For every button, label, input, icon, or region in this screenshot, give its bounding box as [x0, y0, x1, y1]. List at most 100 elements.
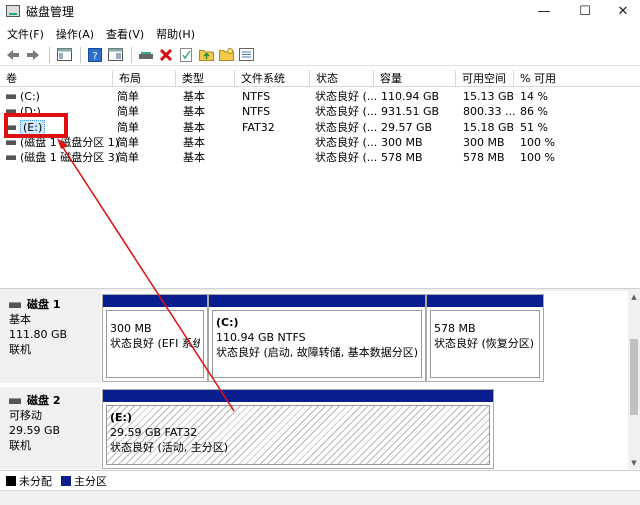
help-icon[interactable]: ?	[86, 46, 104, 64]
table-row[interactable]: (磁盘 1 磁盘分区 1) 简单 基本 状态良好 (... 300 MB 300…	[0, 135, 640, 150]
col-header-layout[interactable]: 布局	[113, 70, 176, 87]
cell-free-space: 300 MB	[463, 136, 505, 149]
menu-bar: 文件(F) 操作(A) 查看(V) 帮助(H)	[0, 24, 640, 43]
col-header-capacity[interactable]: 容量	[374, 70, 456, 87]
console-view-icon[interactable]	[55, 46, 73, 64]
disk-graphical-view: 磁盘 1 基本 111.80 GB 联机 300 MB 状态良好 (EFI 系统…	[0, 291, 628, 469]
disk-size: 29.59 GB	[9, 424, 61, 437]
disk-type: 可移动	[9, 409, 42, 422]
col-header-status[interactable]: 状态	[310, 70, 374, 87]
cell-capacity: 578 MB	[381, 151, 423, 164]
up-folder-icon[interactable]	[197, 46, 215, 64]
table-row[interactable]: (磁盘 1 磁盘分区 3) 简单 基本 状态良好 (... 578 MB 578…	[0, 150, 640, 165]
toolbar-separator	[131, 46, 132, 63]
scroll-down-icon[interactable]: ▼	[628, 457, 640, 469]
col-header-type[interactable]: 类型	[176, 70, 235, 87]
col-header-volume[interactable]: 卷	[0, 70, 113, 87]
cell-filesystem	[235, 150, 242, 165]
cell-layout: 简单	[117, 136, 139, 149]
primary-partition-bar	[103, 295, 207, 307]
table-row[interactable]: (C:) 简单 基本 NTFS 状态良好 (... 110.94 GB 15.1…	[0, 89, 640, 104]
menu-file[interactable]: 文件(F)	[0, 26, 50, 42]
cell-percent-free: 100 %	[520, 151, 555, 164]
cell-percent-free: 14 %	[520, 90, 548, 103]
cell-type: 基本	[183, 90, 205, 103]
table-row[interactable]: (D:) 简单 基本 NTFS 状态良好 (... 931.51 GB 800.…	[0, 104, 640, 119]
disk-2-label[interactable]: 磁盘 2 可移动 29.59 GB 联机	[0, 387, 101, 469]
primary-partition-bar	[209, 295, 425, 307]
partition-label: (C:)	[216, 316, 239, 329]
cell-capacity: 931.51 GB	[381, 105, 440, 118]
cell-free-space: 578 MB	[463, 151, 505, 164]
partition-size: 29.59 GB FAT32	[110, 426, 198, 439]
maximize-button[interactable]: ☐	[565, 0, 605, 22]
legend-unallocated: 未分配	[19, 474, 52, 488]
partition-recovery[interactable]: 578 MB 状态良好 (恢复分区)	[426, 294, 544, 382]
menu-view[interactable]: 查看(V)	[100, 26, 150, 42]
disk-1-label[interactable]: 磁盘 1 基本 111.80 GB 联机	[0, 291, 101, 383]
col-header-percent-free[interactable]: % 可用	[514, 70, 640, 87]
cell-type: 基本	[183, 151, 205, 164]
annotation-highlight-box	[4, 113, 68, 138]
partition-status: 状态良好 (恢复分区)	[434, 337, 535, 350]
cell-percent-free: 100 %	[520, 136, 555, 149]
status-bar	[0, 490, 640, 505]
table-row[interactable]: (E:) 简单 基本 FAT32 状态良好 (... 29.57 GB 15.1…	[0, 120, 640, 135]
check-icon[interactable]	[177, 46, 195, 64]
cell-capacity: 300 MB	[381, 136, 423, 149]
delete-icon[interactable]	[157, 46, 175, 64]
partition-efi[interactable]: 300 MB 状态良好 (EFI 系统分区)	[102, 294, 208, 382]
folder-new-icon[interactable]	[217, 46, 235, 64]
partition-size: 300 MB	[110, 322, 152, 335]
primary-partition-bar	[103, 390, 493, 402]
menu-action[interactable]: 操作(A)	[50, 26, 100, 42]
toolbar-separator	[49, 46, 50, 63]
cell-free-space: 15.18 GB	[463, 121, 515, 134]
cell-type: 基本	[183, 121, 205, 134]
forward-arrow-icon[interactable]	[24, 46, 42, 64]
cell-layout: 简单	[117, 90, 139, 103]
scroll-thumb[interactable]	[630, 339, 638, 415]
col-header-filesystem[interactable]: 文件系统	[235, 70, 310, 87]
primary-partition-swatch	[61, 475, 71, 486]
disk-status: 联机	[9, 343, 31, 356]
table-header: 卷 布局 类型 文件系统 状态 容量 可用空间 % 可用	[0, 70, 640, 87]
cell-filesystem	[235, 135, 242, 150]
cell-capacity: 29.57 GB	[381, 121, 433, 134]
partition-status: 状态良好 (启动, 故障转储, 基本数据分区)	[216, 346, 418, 359]
cell-status: 状态良好 (...	[315, 105, 378, 118]
unallocated-swatch	[6, 475, 16, 486]
disk-size: 111.80 GB	[9, 328, 68, 341]
partition-e[interactable]: (E:) 29.59 GB FAT32 状态良好 (活动, 主分区)	[102, 389, 494, 469]
disk-name: 磁盘 1	[27, 298, 61, 311]
cell-status: 状态良好 (...	[315, 90, 378, 103]
scroll-up-icon[interactable]: ▲	[628, 291, 640, 303]
back-arrow-icon[interactable]	[4, 46, 22, 64]
disk-management-icon	[6, 5, 20, 17]
connect-disk-icon[interactable]	[137, 46, 155, 64]
list-view-icon[interactable]	[237, 46, 255, 64]
legend: 未分配 主分区	[0, 470, 640, 490]
toolbar-separator	[80, 46, 81, 63]
cell-layout: 简单	[117, 121, 139, 134]
partition-c[interactable]: (C:) 110.94 GB NTFS 状态良好 (启动, 故障转储, 基本数据…	[208, 294, 426, 382]
col-header-free-space[interactable]: 可用空间	[456, 70, 514, 87]
cell-type: 基本	[183, 136, 205, 149]
vertical-scrollbar[interactable]: ▲ ▼	[628, 291, 640, 469]
menu-help[interactable]: 帮助(H)	[150, 26, 201, 42]
cell-volume: (C:)	[20, 90, 40, 103]
cell-status: 状态良好 (...	[315, 151, 378, 164]
volume-list-table: 卷 布局 类型 文件系统 状态 容量 可用空间 % 可用 (C:) 简单 基本 …	[0, 70, 640, 288]
cell-capacity: 110.94 GB	[381, 90, 440, 103]
disk-status: 联机	[9, 439, 31, 452]
minimize-button[interactable]: —	[524, 0, 564, 22]
legend-primary-partition: 主分区	[74, 474, 107, 488]
properties-icon[interactable]	[106, 46, 124, 64]
cell-layout: 简单	[117, 151, 139, 164]
disk-name: 磁盘 2	[27, 394, 61, 407]
partition-label: (E:)	[110, 411, 132, 424]
close-button[interactable]: ✕	[603, 0, 640, 22]
cell-status: 状态良好 (...	[315, 136, 378, 149]
partition-status: 状态良好 (EFI 系统分区)	[110, 337, 200, 350]
disk-icon	[9, 301, 21, 308]
